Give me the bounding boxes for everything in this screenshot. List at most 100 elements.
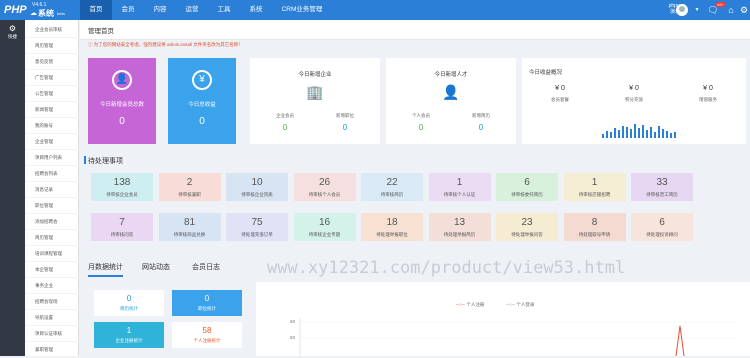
- monthly-chart: ─○─ 个人注册 ─○─ 个人登录 60 50: [256, 282, 750, 356]
- submenu-item[interactable]: 职位管理: [25, 198, 79, 214]
- sparkline-bar: [626, 127, 628, 138]
- submenu-item[interactable]: 企业管理: [25, 134, 79, 150]
- submenu-item[interactable]: 简历管理: [25, 230, 79, 246]
- todo-count: 6: [659, 217, 665, 228]
- beta-label: beta: [57, 11, 65, 16]
- submenu-item[interactable]: 添加招聘会: [25, 214, 79, 230]
- nav-system[interactable]: 系统: [240, 0, 272, 20]
- todo-count: 22: [386, 177, 398, 188]
- nav-content[interactable]: 内容: [144, 0, 176, 20]
- card-title: 今日收益概况: [529, 70, 563, 76]
- todo-tile[interactable]: 26 待审核个人会员: [293, 173, 356, 201]
- todo-tile[interactable]: 23 待处理举报问答: [496, 213, 558, 241]
- todo-count: 7: [119, 217, 125, 228]
- income-card[interactable]: ¥ 今日总收益 0: [168, 58, 236, 144]
- todo-count: 1: [456, 177, 463, 188]
- todo-tile[interactable]: 13 待处理举报简历: [428, 213, 491, 241]
- sparkline-bar: [634, 124, 636, 138]
- cloud-icon: ☁: [30, 10, 37, 17]
- todo-count: 26: [318, 177, 331, 188]
- todo-label: 待审核兼职: [178, 192, 201, 197]
- nav-crm[interactable]: CRM业务管理: [272, 0, 332, 20]
- todo-tile[interactable]: 10 待审核企业资质: [226, 173, 288, 201]
- todo-tile[interactable]: 6 待审核委托简历: [496, 173, 558, 201]
- sparkline-bar: [638, 128, 640, 138]
- home-icon[interactable]: ⌂: [725, 4, 737, 16]
- nav-tools[interactable]: 工具: [208, 0, 240, 20]
- submenu-item[interactable]: 事务企业: [25, 278, 79, 294]
- chevron-down-icon[interactable]: ▾: [691, 4, 703, 16]
- sparkline-bar: [658, 126, 660, 138]
- sidebar-item-shortcut[interactable]: ⚙ 快捷: [0, 24, 25, 42]
- tab-member-log[interactable]: 会员日志: [192, 262, 220, 272]
- todo-label: 待处理取号申请: [578, 232, 611, 237]
- sparkline-bar: [602, 134, 604, 138]
- income-label: 增值服务: [699, 97, 717, 102]
- submenu-item[interactable]: 培训课程管理: [25, 246, 79, 262]
- submenu-item[interactable]: 项目认证审核: [25, 326, 79, 342]
- todo-tile[interactable]: 18 待处理举报职位: [361, 213, 423, 241]
- todo-count: 2: [186, 177, 193, 188]
- todo-label: 待处理充值订单: [241, 232, 273, 237]
- person-register-stat[interactable]: 58 个人注册统计: [172, 322, 242, 348]
- todo-tile[interactable]: 138 待审核企业会员: [91, 173, 153, 201]
- sparkline-bar: [654, 132, 656, 138]
- sparkline-bar: [614, 128, 616, 138]
- nav-operations[interactable]: 运营: [176, 0, 208, 20]
- submenu-item[interactable]: 本企管理: [25, 262, 79, 278]
- submenu-item[interactable]: 简历管理: [25, 38, 79, 54]
- sparkline-bar: [646, 130, 648, 138]
- resume-stat[interactable]: 0 简历统计: [94, 290, 164, 316]
- submenu-item[interactable]: 公告管理: [25, 86, 79, 102]
- submenu-item[interactable]: 企业会员审核: [25, 22, 79, 38]
- job-stat[interactable]: 0 职位统计: [172, 290, 242, 316]
- tab-site-activity[interactable]: 网站动态: [142, 262, 170, 272]
- todo-label: 待审核委托简历: [511, 192, 543, 197]
- todo-tile[interactable]: 1 待审核个人认证: [428, 173, 491, 201]
- todo-tile[interactable]: 16 待审核企业专题: [293, 213, 356, 241]
- todo-tile[interactable]: 8 待处理取号申请: [563, 213, 626, 241]
- new-members-card[interactable]: 👤 今日新增会员总数 0: [88, 58, 156, 144]
- submenu-item[interactable]: 招聘会列表: [25, 166, 79, 182]
- chart-plot: [299, 318, 736, 356]
- todo-count: 13: [453, 217, 466, 228]
- nav-home[interactable]: 首页: [80, 0, 112, 20]
- todo-count: 138: [113, 177, 131, 188]
- logo[interactable]: PHP V4.6.1 ☁ 系统 beta: [4, 2, 74, 18]
- todo-label: 待处理举报职位: [376, 232, 408, 237]
- card-title: 今日新增企业: [298, 72, 332, 78]
- submenu-item[interactable]: 招聘会现场: [25, 294, 79, 310]
- todo-label: 待审核个人会员: [308, 192, 341, 197]
- todo-label: 待审核商品兑换: [173, 232, 206, 237]
- submenu-item[interactable]: 新闻管理: [25, 102, 79, 118]
- todo-tile[interactable]: 81 待审核商品兑换: [158, 213, 221, 241]
- todo-tile[interactable]: 1 待审核店铺招聘: [563, 173, 626, 201]
- sparkline-bar: [670, 133, 672, 138]
- submenu-item[interactable]: 项目用户列表: [25, 150, 79, 166]
- submenu-item[interactable]: 导航设置: [25, 310, 79, 326]
- submenu-item[interactable]: 意见反馈: [25, 54, 79, 70]
- todo-tile[interactable]: 22 待审核简历: [361, 173, 423, 201]
- tab-monthly-stats[interactable]: 月数据统计: [88, 262, 123, 277]
- stat-value: 0: [418, 123, 424, 132]
- todo-label: 待审核个人认证: [443, 192, 476, 197]
- todo-count: 6: [524, 177, 530, 188]
- todo-count: 1: [591, 177, 598, 188]
- page-title: 管理首页: [88, 28, 114, 35]
- todo-tile[interactable]: 75 待处理充值订单: [226, 213, 288, 241]
- notification-icon[interactable]: 🗨 99+: [707, 2, 725, 16]
- todo-tile[interactable]: 6 待处理投诉顾问: [631, 213, 693, 241]
- todo-tile[interactable]: 33 待审核普工简历: [631, 173, 693, 201]
- company-register-stat[interactable]: 1 企业注册统计: [94, 322, 164, 348]
- submenu-item[interactable]: 我的账号: [25, 118, 79, 134]
- todo-tile[interactable]: 7 待审核问答: [91, 213, 153, 241]
- submenu-item[interactable]: 广告管理: [25, 70, 79, 86]
- settings-icon[interactable]: ⚙: [740, 4, 748, 16]
- new-companies-card: 今日新增企业 🏢 企业会员 0 新增职位 0: [250, 58, 380, 144]
- nav-members[interactable]: 会员: [112, 0, 144, 20]
- submenu-item[interactable]: 消息记录: [25, 182, 79, 198]
- avatar[interactable]: [676, 4, 688, 16]
- sparkline-bar: [650, 127, 652, 138]
- todo-label: 待审核普工简历: [646, 192, 678, 197]
- todo-tile[interactable]: 2 待审核兼职: [158, 173, 221, 201]
